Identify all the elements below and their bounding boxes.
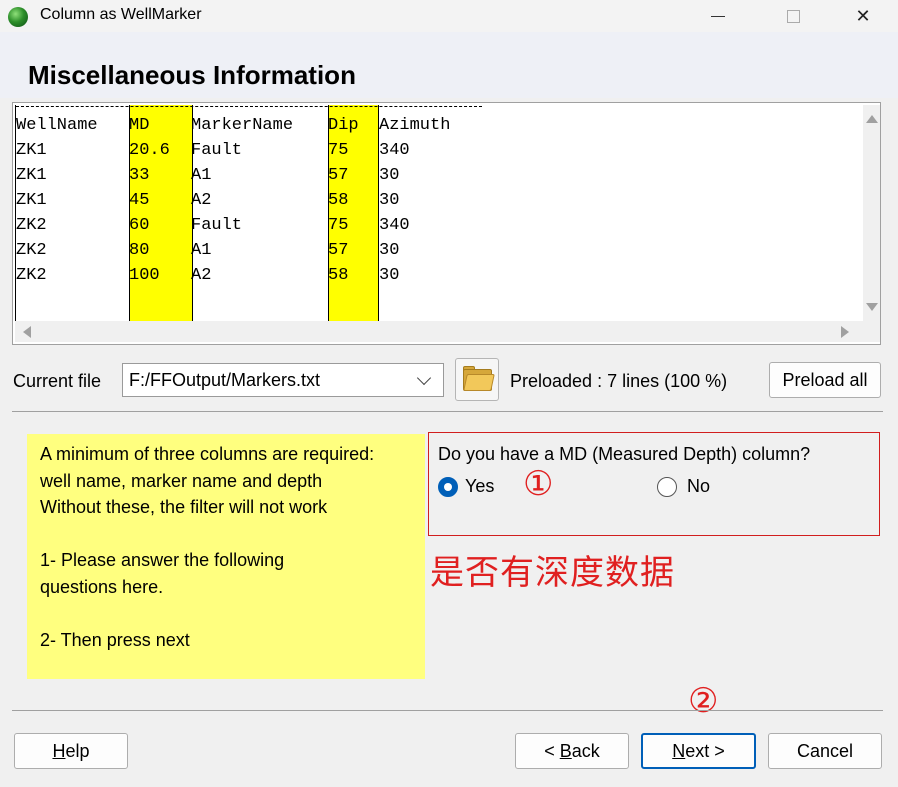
md-question-group: Do you have a MD (Measured Depth) column… — [428, 432, 880, 536]
help-mnemonic: H — [52, 741, 66, 761]
cell-dip: 75 — [328, 141, 349, 160]
minimize-button[interactable] — [695, 0, 741, 32]
file-preview-area[interactable]: WellName MD MarkerName Dip Azimuth ZK1 20.6 Fau… — [12, 102, 881, 345]
cell-md: 20.6 — [129, 141, 170, 160]
divider-bottom — [12, 710, 883, 711]
scroll-right-icon[interactable] — [841, 326, 849, 338]
cancel-button[interactable]: Cancel — [768, 733, 882, 769]
cell-azimuth: 30 — [379, 266, 400, 285]
scroll-up-icon[interactable] — [866, 115, 878, 123]
dashed-separator — [16, 106, 482, 107]
annotation-marker-1: ① — [523, 465, 554, 503]
window-title: Column as WellMarker — [40, 6, 202, 23]
radio-selected-dot — [444, 483, 452, 491]
chevron-down-icon — [416, 370, 432, 386]
folder-icon-front — [463, 374, 495, 391]
current-file-dropdown[interactable]: F:/FFOutput/Markers.txt — [122, 363, 444, 397]
page-title: Miscellaneous Information — [28, 60, 356, 90]
cell-azimuth: Azimuth — [379, 116, 451, 135]
cell-markername: A2 — [191, 191, 212, 210]
back-mnemonic: B — [559, 741, 572, 761]
preload-all-button[interactable]: Preload all — [769, 362, 881, 398]
cell-dip: 57 — [328, 241, 349, 260]
cell-dip: 57 — [328, 166, 349, 185]
cell-md: MD — [129, 116, 150, 135]
cell-wellname: WellName — [16, 116, 98, 135]
horizontal-scrollbar[interactable] — [15, 321, 863, 342]
cell-markername: A2 — [191, 266, 212, 285]
scrollbar-corner — [863, 321, 880, 342]
cell-azimuth: 340 — [379, 141, 410, 160]
cell-wellname: ZK1 — [16, 191, 47, 210]
title-bar: Column as WellMarker ✕ — [0, 0, 898, 32]
info-line: well name, marker name and depth — [40, 471, 323, 491]
cell-md: 60 — [129, 216, 150, 235]
yes-radio[interactable] — [438, 477, 458, 497]
cell-markername: A1 — [191, 166, 212, 185]
next-mnemonic: N — [672, 741, 686, 761]
cell-wellname: ZK2 — [16, 216, 47, 235]
cell-wellname: ZK1 — [16, 166, 47, 185]
no-radio[interactable] — [657, 477, 677, 497]
md-question-text: Do you have a MD (Measured Depth) column… — [438, 444, 811, 464]
next-button[interactable]: Next > — [641, 733, 756, 769]
info-line: Without these, the filter will not work — [40, 497, 328, 517]
maximize-icon — [786, 9, 800, 23]
info-line: 2- Then press next — [40, 630, 190, 650]
help-label: elp — [65, 741, 90, 761]
cell-md: 100 — [129, 266, 160, 285]
info-line: questions here. — [40, 577, 164, 597]
back-prefix: < — [544, 741, 560, 761]
cell-markername: A1 — [191, 241, 212, 260]
minimize-icon — [711, 15, 725, 17]
cell-azimuth: 30 — [379, 241, 400, 260]
close-button[interactable]: ✕ — [840, 0, 886, 32]
app-globe-icon — [8, 7, 28, 27]
close-icon: ✕ — [855, 5, 871, 26]
cell-md: 80 — [129, 241, 150, 260]
cell-dip: 75 — [328, 216, 349, 235]
next-label: ext > — [685, 741, 725, 761]
info-note: A minimum of three columns are required:… — [27, 434, 425, 679]
cell-dip: 58 — [328, 266, 349, 285]
cell-azimuth: 30 — [379, 191, 400, 210]
help-button[interactable]: Help — [14, 733, 128, 769]
cell-wellname: ZK1 — [16, 141, 47, 160]
info-line: A minimum of three columns are required: — [40, 444, 375, 464]
divider-top — [12, 411, 883, 412]
annotation-note: 是否有深度数据 — [430, 553, 675, 593]
cell-wellname: ZK2 — [16, 266, 47, 285]
cell-dip: 58 — [328, 191, 349, 210]
cell-wellname: ZK2 — [16, 241, 47, 260]
current-file-value: F:/FFOutput/Markers.txt — [129, 370, 321, 390]
back-label: ack — [571, 741, 600, 761]
cell-azimuth: 30 — [379, 166, 400, 185]
current-file-label: Current file — [13, 371, 102, 391]
back-button[interactable]: < Back — [515, 733, 629, 769]
cell-dip: Dip — [328, 116, 359, 135]
cell-azimuth: 340 — [379, 216, 410, 235]
yes-label[interactable]: Yes — [465, 476, 494, 497]
cell-md: 45 — [129, 191, 150, 210]
no-label[interactable]: No — [687, 476, 710, 497]
maximize-button[interactable] — [770, 0, 816, 32]
browse-folder-button[interactable] — [455, 358, 499, 401]
cell-md: 33 — [129, 166, 150, 185]
cell-markername: Fault — [191, 216, 243, 235]
scroll-down-icon[interactable] — [866, 303, 878, 311]
annotation-marker-2: ② — [688, 682, 719, 720]
scroll-left-icon[interactable] — [23, 326, 31, 338]
info-line: 1- Please answer the following — [40, 550, 285, 570]
cell-markername: MarkerName — [191, 116, 294, 135]
vertical-scrollbar[interactable] — [863, 105, 880, 321]
preloaded-status: Preloaded : 7 lines (100 %) — [510, 371, 728, 391]
preview-content: WellName MD MarkerName Dip Azimuth ZK1 20.6 Fau… — [15, 105, 864, 322]
cell-markername: Fault — [191, 141, 243, 160]
